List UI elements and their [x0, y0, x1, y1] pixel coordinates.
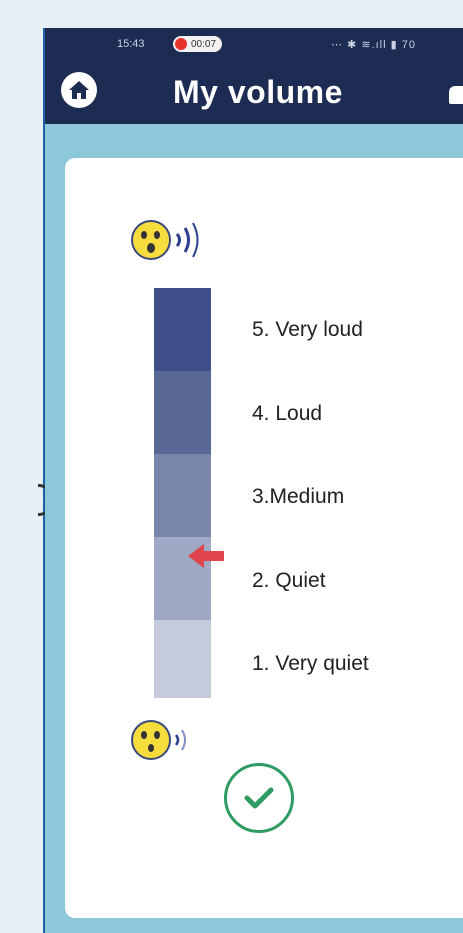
level-1-label[interactable]: 1. Very quiet [252, 652, 369, 676]
home-button[interactable] [61, 72, 97, 108]
page-title: My volume [173, 74, 343, 110]
record-dot-icon [175, 38, 187, 50]
level-4-segment[interactable] [154, 371, 211, 454]
status-icons: ⋯ ✱ ≋.ıll ▮ 70 [331, 39, 416, 51]
status-time: 15:43 [117, 38, 145, 50]
app-screen: 15:43 00:07 ⋯ ✱ ≋.ıll ▮ 70 My volume 5. … [45, 28, 463, 933]
quiet-face-icon [129, 718, 219, 767]
volume-card: 5. Very loud 4. Loud 3.Medium 2. Quiet 1… [65, 158, 463, 918]
checkmark-icon [244, 787, 274, 809]
top-bar: 15:43 00:07 ⋯ ✱ ≋.ıll ▮ 70 My volume [45, 28, 463, 124]
help-hand-icon[interactable] [449, 86, 463, 104]
level-3-label[interactable]: 3.Medium [252, 485, 344, 509]
confirm-button[interactable] [224, 763, 294, 833]
record-timer: 00:07 [191, 38, 217, 50]
level-2-label[interactable]: 2. Quiet [252, 569, 326, 593]
home-icon [69, 81, 89, 99]
status-bar: 15:43 00:07 ⋯ ✱ ≋.ıll ▮ 70 [45, 34, 463, 56]
level-3-segment[interactable] [154, 454, 211, 537]
record-indicator: 00:07 [173, 36, 223, 52]
loud-face-icon [129, 218, 239, 267]
level-1-segment[interactable] [154, 620, 211, 698]
level-5-segment[interactable] [154, 288, 211, 371]
level-5-label[interactable]: 5. Very loud [252, 318, 363, 342]
arrow-left-icon [188, 544, 224, 568]
level-4-label[interactable]: 4. Loud [252, 402, 322, 426]
